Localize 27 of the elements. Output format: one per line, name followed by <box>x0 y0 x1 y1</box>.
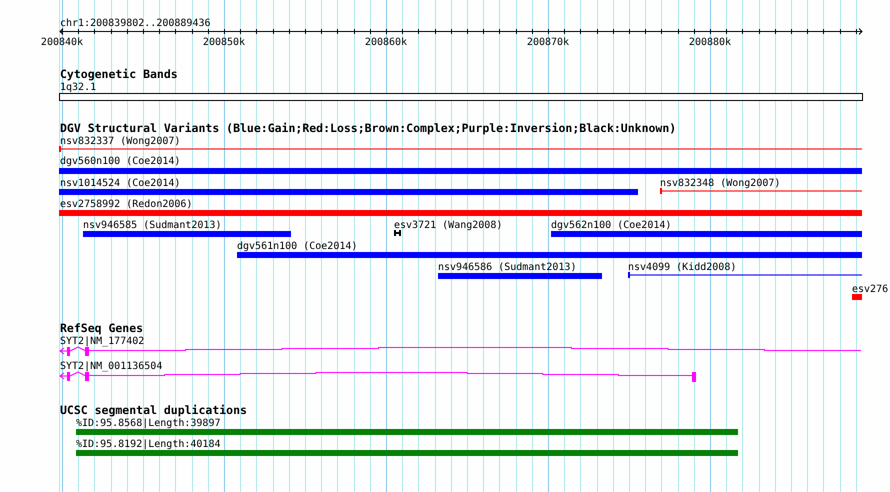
feature-label: dgv562n100 (Coe2014) <box>551 220 672 231</box>
feature-label: dgv560n100 (Coe2014) <box>60 156 180 167</box>
tick-label: 200870k <box>526 37 570 48</box>
feature-label: SYT2|NM_177402 <box>60 336 144 347</box>
track-title: Cytogenetic Bands <box>60 67 178 81</box>
track-title: RefSeq Genes <box>60 321 144 335</box>
feature-label: esv2758992 (Redon2006) <box>60 199 192 210</box>
feature-label: dgv561n100 (Coe2014) <box>237 241 358 252</box>
feature-label: nsv4099 (Kidd2008) <box>628 262 736 273</box>
location-label: chr1:200839802..200889436 <box>60 18 211 29</box>
feature-label: SYT2|NM_001136504 <box>60 361 162 372</box>
tick-label: 200850k <box>202 37 246 48</box>
feature-label: 1q32.1 <box>60 82 96 93</box>
tick-label: 200880k <box>688 37 732 48</box>
track-title: UCSC segmental duplications <box>60 403 247 417</box>
tick-label: 200860k <box>364 37 408 48</box>
feature-label: nsv1014524 (Coe2014) <box>60 178 180 189</box>
feature-label: nsv946586 (Sudmant2013) <box>438 262 576 273</box>
feature-label: nsv832337 (Wong2007) <box>60 136 180 147</box>
feature-label: %ID:95.8568|Length:39897 <box>76 418 220 429</box>
feature-label: esv276 <box>852 284 888 295</box>
tick-label: 200840k <box>40 37 84 48</box>
feature-label: %ID:95.8192|Length:40184 <box>76 439 220 450</box>
track-title: DGV Structural Variants (Blue:Gain;Red:Loss;Brown:Complex;Purple:Inversion;Black:Unknown) <box>60 121 676 135</box>
feature-label: nsv946585 (Sudmant2013) <box>83 220 222 231</box>
feature-label: nsv832348 (Wong2007) <box>660 178 780 189</box>
feature-label: esv3721 (Wang2008) <box>394 220 502 231</box>
